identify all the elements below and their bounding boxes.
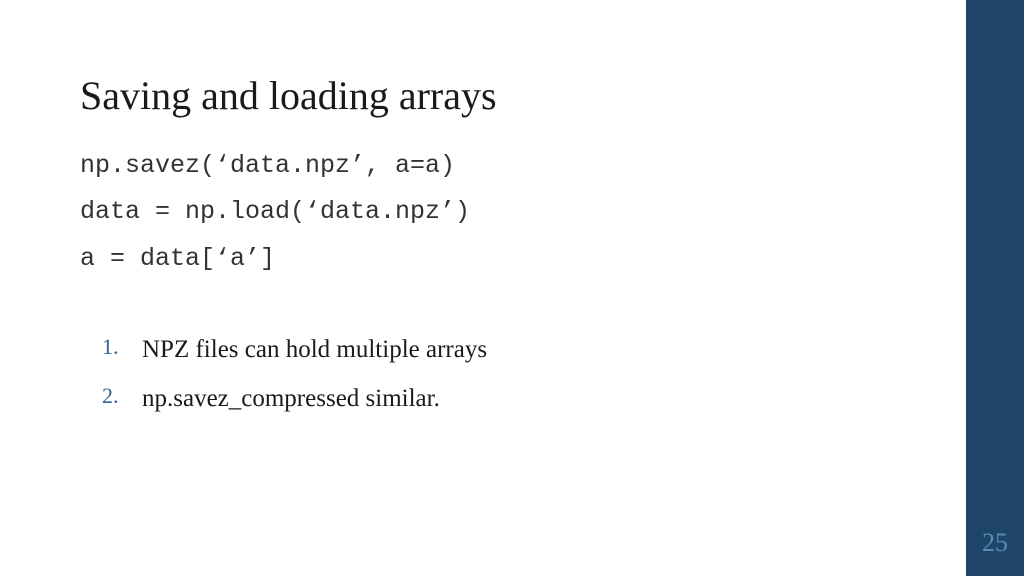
page-number: 25: [982, 528, 1008, 558]
list-item: NPZ files can hold multiple arrays: [80, 326, 880, 375]
slide-content: Saving and loading arrays np.savez(‘data…: [0, 0, 960, 423]
code-line: np.savez(‘data.npz’, a=a): [80, 143, 880, 189]
list-item: np.savez_compressed similar.: [80, 375, 880, 424]
slide-title: Saving and loading arrays: [80, 72, 880, 119]
code-block: np.savez(‘data.npz’, a=a) data = np.load…: [80, 143, 880, 282]
code-line: a = data[‘a’]: [80, 236, 880, 282]
sidebar-accent: 25: [966, 0, 1024, 576]
code-line: data = np.load(‘data.npz’): [80, 189, 880, 235]
numbered-list: NPZ files can hold multiple arrays np.sa…: [80, 326, 880, 424]
